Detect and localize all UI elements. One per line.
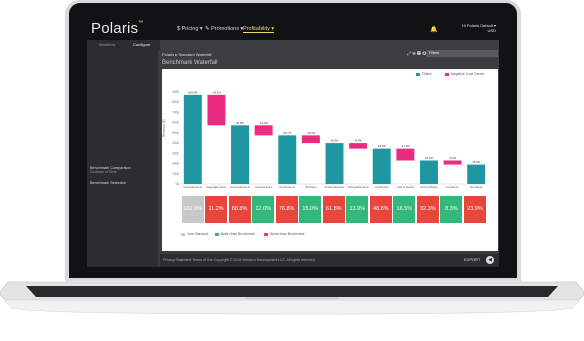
total-bar[interactable]	[278, 135, 297, 184]
total-bar[interactable]	[372, 148, 391, 184]
panel-title: Benchmark Waterfall	[162, 60, 218, 66]
x-category-label: Gross Revenue	[183, 185, 202, 189]
tab-workflow[interactable]: Workflow	[99, 42, 115, 47]
breadcrumb: Polaris ▸ Standard Waterfall	[162, 52, 212, 57]
user-currency: USD	[487, 28, 496, 33]
bar-data-label: 36.8%	[378, 144, 386, 148]
app-screen: Polaris™ $ Pricing ▾ ✎ Promotions ▾ Prof…	[87, 18, 499, 267]
y-tick-label: 600k	[172, 121, 179, 125]
y-tick-label: 200k	[172, 162, 179, 166]
y-tick-label: 0k	[176, 182, 180, 186]
arrow-icon[interactable]: ◀	[486, 256, 494, 264]
bar-data-label: -6.2%	[449, 156, 457, 160]
total-bar[interactable]	[231, 125, 250, 184]
decrease-bar[interactable]	[207, 94, 226, 126]
legend-worse: Worse than Benchmark	[264, 232, 304, 236]
total-bar[interactable]	[419, 160, 438, 184]
main-content: Polaris ▸ Standard Waterfall ⤢ ⊕ ▦ ✪ Fil…	[160, 40, 499, 267]
x-category-label: Overall Inc.	[446, 185, 460, 189]
benchmark-tile: 23.9%	[463, 196, 486, 223]
sidebar-item-label: Benchmark Selection	[90, 181, 126, 185]
toolbar-icons[interactable]: ⤢ ⊕ ▦ ✪	[407, 51, 426, 57]
bell-icon[interactable]: 🔔	[430, 26, 437, 33]
decrease-bar[interactable]	[396, 148, 415, 161]
total-bar[interactable]	[183, 94, 202, 184]
legend-better: Better than Benchmark	[215, 232, 255, 236]
bar-data-label: -8.0%	[354, 139, 362, 143]
bar-data-label: 23.0%	[425, 156, 433, 160]
benchmark-tile: 100.0%	[181, 196, 204, 223]
export-button[interactable]: EXPORT	[464, 257, 480, 262]
tab-configure[interactable]: Configure	[133, 42, 150, 47]
benchmark-tile: 61.8%	[322, 196, 345, 223]
x-category-label: Invoiced Items	[255, 185, 273, 189]
bar-data-label: 100.0%	[188, 90, 198, 94]
legend-your-standard: Your Standard	[181, 232, 208, 236]
filter-dropdown[interactable]: Filters	[426, 50, 498, 57]
decrease-bar[interactable]	[349, 143, 368, 149]
decrease-bar[interactable]	[443, 160, 462, 165]
bar-data-label: 18.0%	[472, 160, 480, 164]
menu-pricing[interactable]: $ Pricing ▾	[177, 26, 203, 32]
benchmark-tile: 32.3%	[416, 196, 439, 223]
top-nav-bar: Polaris™ $ Pricing ▾ ✎ Promotions ▾ Prof…	[87, 18, 499, 40]
x-category-label: Pocket Margin	[420, 185, 438, 189]
x-category-label: Invoice Revenue	[230, 185, 251, 189]
decrease-bar[interactable]	[301, 135, 320, 144]
chart-card: Filters Negative Cost Center Revenue ($)…	[162, 69, 498, 251]
footer-text: Privacy Statement Terms of Use Copyright…	[163, 258, 316, 262]
menu-profitability[interactable]: Profitability ▾	[243, 26, 275, 33]
benchmark-tile: 8.3%	[440, 196, 463, 223]
decrease-bar[interactable]	[254, 125, 273, 136]
x-category-label: Negotiable Items	[206, 185, 227, 189]
sidebar-item-benchmark-comparison[interactable]: Benchmark Comparison Customer of Store	[90, 166, 131, 174]
total-bar[interactable]	[467, 164, 486, 184]
laptop-base	[0, 281, 584, 315]
x-category-label: Net Margin	[470, 185, 484, 189]
benchmark-tiles: 100.0% 11.2% 88.8% 12.0% 76.8% 15.0% 61.8% 13.0…	[181, 196, 487, 225]
x-category-label: Chargeable Items	[348, 185, 370, 189]
total-bar[interactable]	[325, 143, 344, 184]
x-category-label: Bonuses	[306, 185, 317, 189]
x-category-label: Contribution	[374, 185, 389, 189]
benchmark-tile: 76.8%	[275, 196, 298, 223]
y-tick-label: 300k	[172, 151, 179, 155]
menu-promotions[interactable]: ✎ Promotions ▾	[205, 26, 243, 32]
sidebar-item-sub: Customer of Store	[90, 170, 117, 174]
bar-data-label: 54.7%	[283, 131, 291, 135]
benchmark-tile: 16.5%	[393, 196, 416, 223]
waterfall-chart: 900k 800k 700k 600k 500k 400k 300k 200k 100k 0k 10…	[172, 90, 488, 189]
x-category-label: Cost of Goods	[397, 185, 415, 189]
x-category-label: Net Revenue	[279, 185, 295, 189]
y-tick-label: 100k	[172, 172, 179, 176]
y-tick-label: 900k	[172, 90, 179, 94]
bar-data-label: 46.0%	[331, 139, 339, 143]
benchmark-tile: 11.2%	[205, 196, 228, 223]
y-tick-label: 700k	[172, 110, 179, 114]
benchmark-tile: 48.8%	[369, 196, 392, 223]
bar-data-label: 65.8%	[236, 121, 244, 125]
bar-data-label: -17.0%	[401, 144, 410, 148]
benchmark-tile: 88.8%	[228, 196, 251, 223]
y-tick-label: 400k	[172, 141, 179, 145]
sidebar-item-benchmark-selection[interactable]: Benchmark Selection	[90, 181, 126, 185]
footer: Privacy Statement Terms of Use Copyright…	[160, 254, 499, 267]
y-tick-label: 500k	[172, 131, 179, 135]
benchmark-tile: 15.0%	[299, 196, 322, 223]
sidebar: Benchmark Comparison Customer of Store B…	[87, 50, 158, 267]
bar-data-label: -15.0%	[306, 131, 315, 135]
polaris-logo[interactable]: Polaris™	[91, 20, 143, 37]
bar-data-label: -34.2%	[212, 90, 221, 94]
benchmark-tile: 13.0%	[346, 196, 369, 223]
x-category-label: Pocket Revenue	[325, 185, 345, 189]
bar-data-label: -12.0%	[259, 121, 268, 125]
benchmark-tile: 12.0%	[252, 196, 275, 223]
y-tick-label: 800k	[172, 100, 179, 104]
user-menu[interactable]: Hi Polaris Default ▾ USD	[442, 23, 496, 33]
